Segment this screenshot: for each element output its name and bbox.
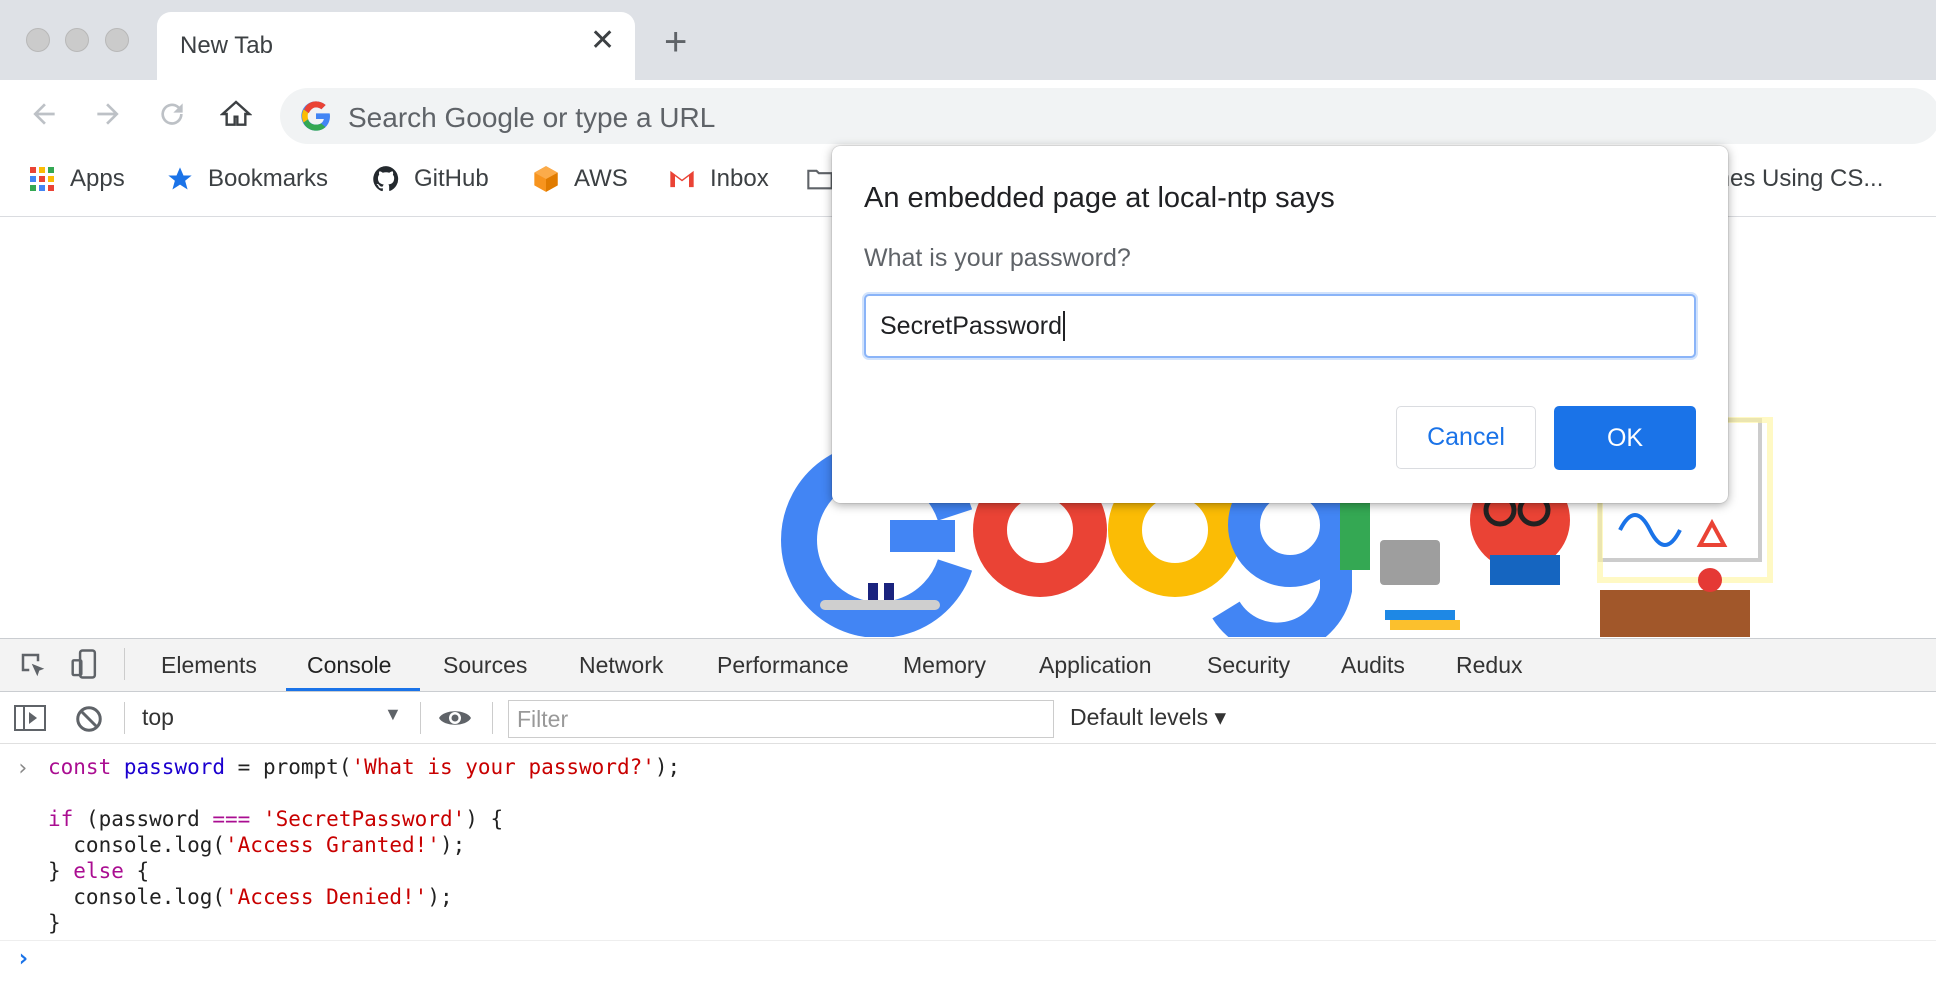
eye-icon[interactable] bbox=[438, 706, 472, 735]
close-icon[interactable]: ✕ bbox=[590, 26, 615, 56]
bookmark-apps[interactable]: Apps bbox=[28, 165, 125, 193]
tab-title: New Tab bbox=[180, 32, 273, 59]
google-g-icon bbox=[300, 100, 332, 132]
bookmark-label: Inbox bbox=[710, 165, 769, 192]
ok-button[interactable]: OK bbox=[1554, 406, 1696, 470]
dialog-message: What is your password? bbox=[864, 244, 1131, 272]
github-icon bbox=[372, 165, 400, 193]
aws-cube-icon bbox=[532, 165, 560, 193]
tab-elements[interactable]: Elements bbox=[161, 652, 257, 679]
divider bbox=[124, 702, 125, 734]
code-line: const password = prompt('What is your pa… bbox=[48, 755, 681, 779]
sidebar-toggle-icon[interactable] bbox=[14, 704, 46, 737]
device-toolbar-icon[interactable] bbox=[70, 648, 100, 685]
tab-audits[interactable]: Audits bbox=[1341, 652, 1405, 679]
tab-security[interactable]: Security bbox=[1207, 652, 1290, 679]
tab-redux[interactable]: Redux bbox=[1456, 652, 1522, 679]
tab-memory[interactable]: Memory bbox=[903, 652, 986, 679]
tab-performance[interactable]: Performance bbox=[717, 652, 849, 679]
star-icon bbox=[166, 165, 194, 193]
forward-arrow-icon[interactable] bbox=[88, 94, 128, 134]
bookmark-bookmarks[interactable]: Bookmarks bbox=[166, 165, 328, 193]
bookmark-label: Apps bbox=[70, 165, 125, 192]
tab-network[interactable]: Network bbox=[579, 652, 663, 679]
divider bbox=[420, 702, 421, 734]
bookmark-label: GitHub bbox=[414, 165, 489, 192]
default-levels-dropdown[interactable]: Default levels ▾ bbox=[1070, 704, 1226, 731]
divider bbox=[492, 702, 493, 734]
inspect-element-icon[interactable] bbox=[18, 650, 48, 685]
code-line: } bbox=[48, 911, 61, 935]
clear-console-icon[interactable] bbox=[74, 704, 104, 739]
dialog-title: An embedded page at local-ntp says bbox=[864, 182, 1335, 214]
console-panel[interactable]: › const password = prompt('What is your … bbox=[0, 744, 1936, 986]
active-tab-indicator bbox=[286, 688, 420, 691]
home-icon[interactable] bbox=[216, 94, 256, 134]
code-line: } else { bbox=[48, 859, 150, 883]
console-prompt-chevron-icon[interactable]: › bbox=[16, 944, 30, 972]
password-input-value: SecretPassword bbox=[880, 311, 1063, 340]
filter-input[interactable]: Filter bbox=[508, 700, 1054, 738]
tab-console[interactable]: Console bbox=[307, 652, 391, 679]
cancel-button[interactable]: Cancel bbox=[1396, 406, 1536, 469]
bookmark-folder[interactable] bbox=[806, 165, 834, 193]
divider bbox=[0, 940, 1936, 941]
bookmark-truncated[interactable]: mes Using CS... bbox=[1710, 165, 1883, 193]
chevron-right-icon: › bbox=[16, 756, 30, 781]
tab-sources[interactable]: Sources bbox=[443, 652, 527, 679]
bookmark-label: Bookmarks bbox=[208, 165, 329, 192]
window-minimize-button[interactable] bbox=[65, 28, 89, 52]
code-line: console.log('Access Granted!'); bbox=[48, 833, 466, 857]
gmail-icon bbox=[668, 165, 696, 193]
new-tab-plus-icon[interactable]: + bbox=[664, 22, 687, 62]
bookmark-github[interactable]: GitHub bbox=[372, 165, 489, 193]
bookmark-inbox[interactable]: Inbox bbox=[668, 165, 769, 193]
bookmark-label: mes Using CS... bbox=[1710, 165, 1884, 192]
reload-icon[interactable] bbox=[152, 94, 192, 134]
bookmark-label: AWS bbox=[574, 165, 628, 192]
back-arrow-icon[interactable] bbox=[24, 94, 64, 134]
filter-placeholder: Filter bbox=[517, 705, 569, 732]
omnibox-placeholder: Search Google or type a URL bbox=[348, 102, 716, 133]
folder-icon bbox=[806, 165, 834, 193]
bookmark-aws[interactable]: AWS bbox=[532, 165, 628, 193]
window-close-button[interactable] bbox=[26, 28, 50, 52]
code-line: console.log('Access Denied!'); bbox=[48, 885, 453, 909]
text-caret bbox=[1063, 311, 1066, 341]
tab-application[interactable]: Application bbox=[1039, 652, 1152, 679]
window-zoom-button[interactable] bbox=[105, 28, 129, 52]
dropdown-triangle-icon[interactable]: ▼ bbox=[384, 704, 402, 725]
apps-grid-icon bbox=[28, 165, 56, 193]
divider bbox=[124, 648, 125, 680]
code-line: if (password === 'SecretPassword') { bbox=[48, 807, 504, 831]
password-input[interactable]: SecretPassword bbox=[864, 294, 1696, 358]
context-select[interactable]: top bbox=[142, 704, 174, 731]
